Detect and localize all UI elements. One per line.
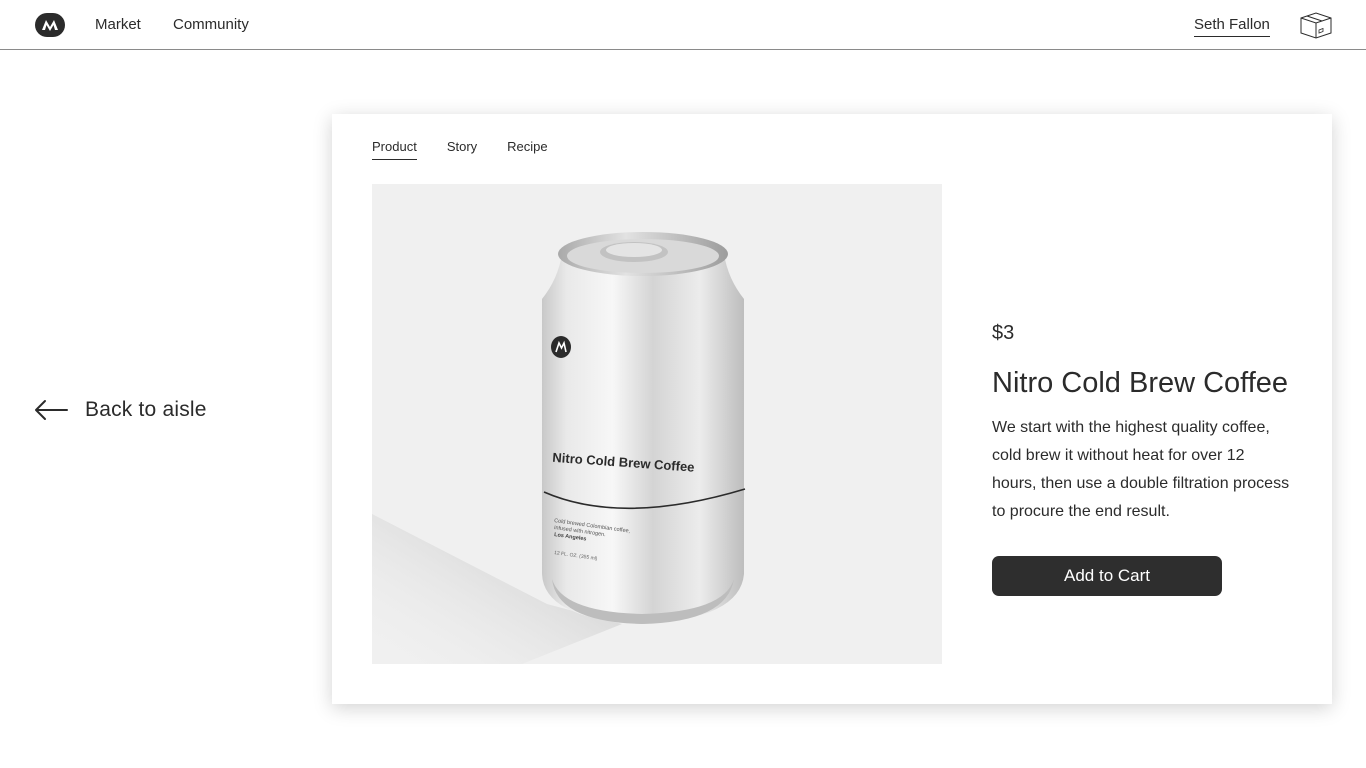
add-to-cart-button[interactable]: Add to Cart [992,556,1222,596]
tab-recipe[interactable]: Recipe [507,139,547,160]
tab-product[interactable]: Product [372,139,417,160]
brand-logo-icon[interactable] [35,13,65,37]
product-card: Product Story Recipe Nitro Cold Brew Cof… [332,114,1332,704]
product-tabs: Product Story Recipe [372,139,578,160]
nav-community-link[interactable]: Community [173,16,249,34]
product-image: Nitro Cold Brew Coffee Cold brewed Colom… [372,184,942,664]
box-icon[interactable] [1298,10,1334,40]
nav-market-link[interactable]: Market [95,16,141,34]
m-logo-glyph [42,20,58,31]
arrow-left-icon [35,400,68,420]
top-nav: Market Community Seth Fallon [0,0,1366,50]
product-price: $3 [992,322,1015,344]
product-description: We start with the highest quality coffee… [992,419,1290,520]
back-to-aisle-link[interactable]: Back to aisle [34,395,207,425]
product-title: Nitro Cold Brew Coffee [992,367,1289,399]
user-account-link[interactable]: Seth Fallon [1194,16,1270,37]
coffee-can-illustration: Nitro Cold Brew Coffee Cold brewed Colom… [372,232,746,664]
product-info: $3 Nitro Cold Brew Coffee We start with … [992,320,1292,596]
back-label: Back to aisle [85,398,207,421]
tab-story[interactable]: Story [447,139,477,160]
